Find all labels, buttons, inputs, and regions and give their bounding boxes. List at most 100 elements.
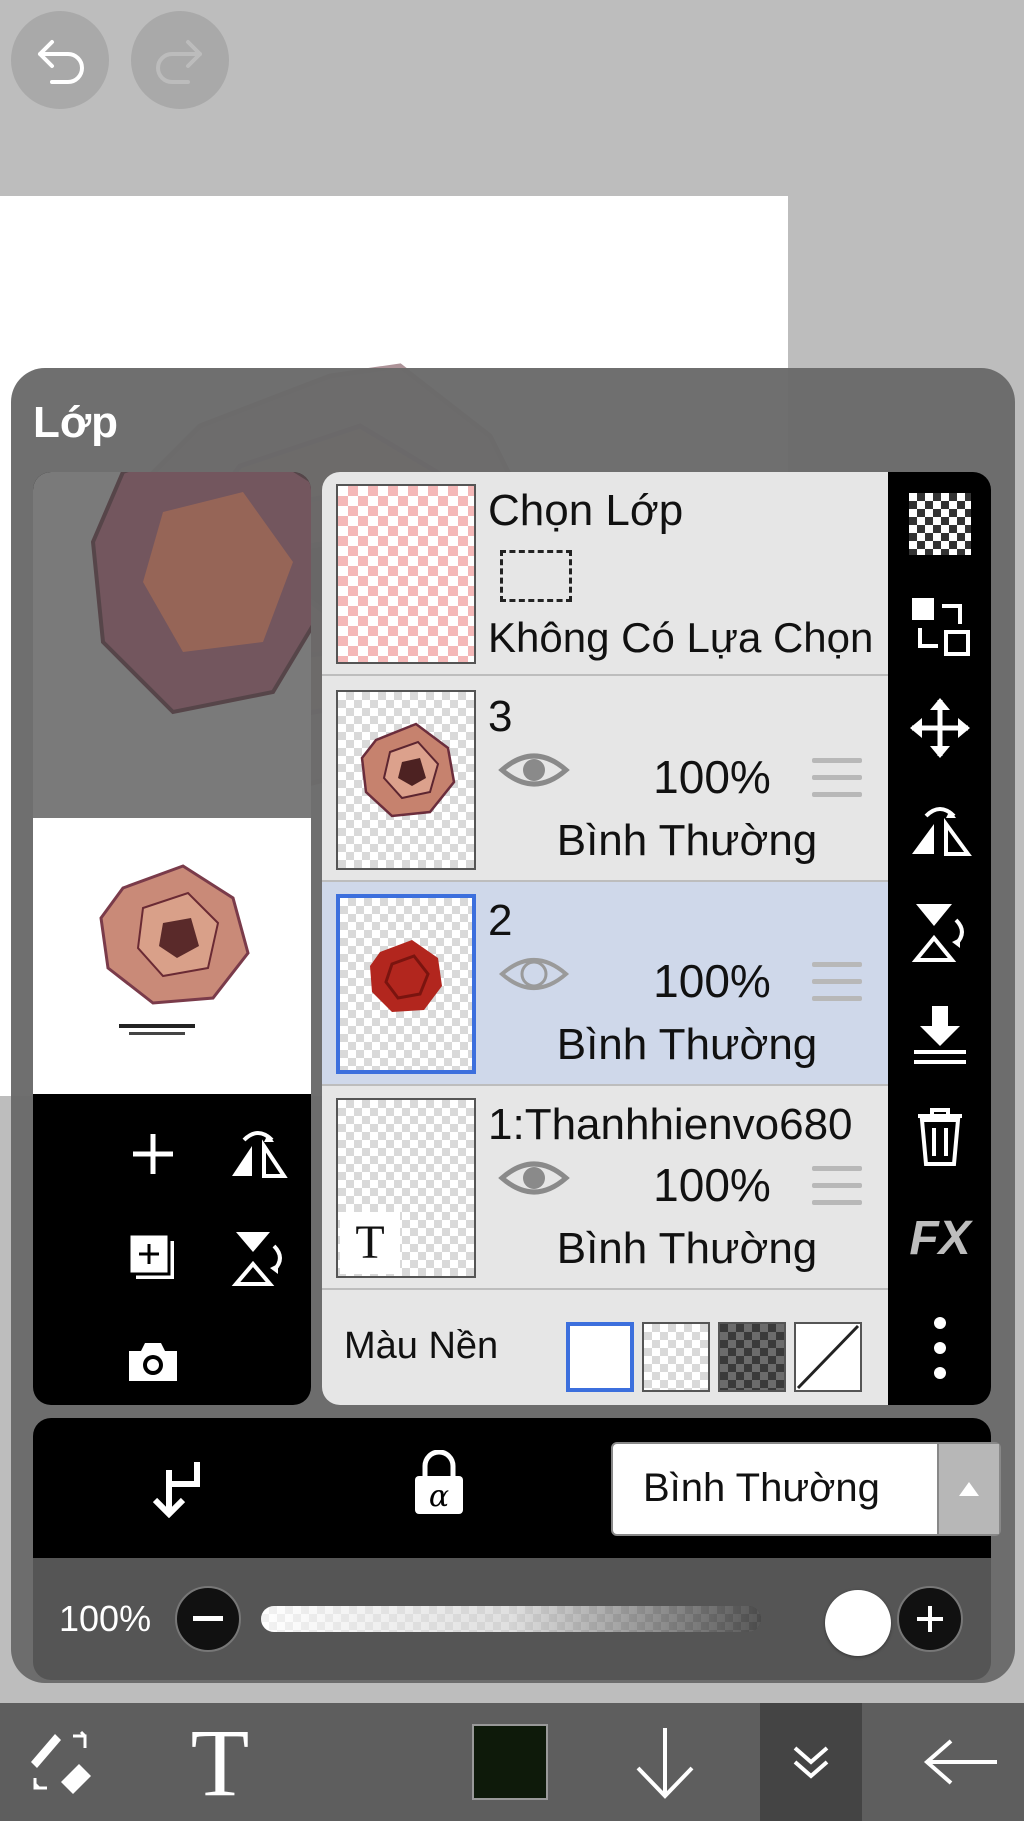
chevron-up-icon	[937, 1444, 999, 1534]
text-tool-button[interactable]: T	[170, 1703, 270, 1821]
trash-icon	[918, 1108, 962, 1166]
merge-down-button[interactable]	[904, 998, 976, 1070]
layer-thumbnail: T	[336, 1098, 476, 1278]
layer-row[interactable]: 3 100% Bình Thường	[322, 678, 888, 882]
undo-button[interactable]	[11, 11, 109, 109]
more-vertical-icon	[934, 1317, 946, 1379]
minus-icon	[193, 1616, 223, 1621]
layer-actions-bar: α Bình Thường	[33, 1418, 1001, 1558]
rose-red-icon	[370, 940, 442, 1012]
flip-horizontal-icon	[232, 1131, 288, 1178]
collapse-panel-button[interactable]	[760, 1703, 862, 1821]
bg-swatch-none[interactable]	[794, 1322, 862, 1392]
layer-opacity: 100%	[653, 1159, 771, 1211]
double-chevron-down-icon	[793, 1746, 829, 1779]
flip-vertical-icon	[231, 1232, 282, 1286]
layer-name: Chọn Lớp	[488, 486, 684, 535]
back-button[interactable]	[918, 1703, 1004, 1821]
more-options-button[interactable]	[904, 1298, 976, 1398]
layer-thumbnail	[336, 690, 476, 870]
visibility-eye-icon[interactable]	[498, 748, 570, 792]
layer-row[interactable]: T 1:Thanhhienvo680 100% Bình Thường	[322, 1086, 888, 1290]
alpha-lock-icon: α	[415, 1449, 463, 1514]
delete-layer-button[interactable]	[904, 1100, 976, 1172]
fx-icon[interactable]: FX	[904, 1202, 976, 1274]
preview-dark-area	[33, 472, 311, 818]
drag-handle-icon[interactable]	[812, 962, 862, 1013]
drag-handle-icon[interactable]	[812, 758, 862, 809]
canvas-preview-column	[33, 472, 311, 1405]
layer-name: 1:Thanhhienvo680	[488, 1100, 853, 1149]
plus-icon	[917, 1606, 943, 1632]
opacity-slider-track[interactable]	[261, 1606, 761, 1632]
preview-rose-icon	[99, 864, 250, 1005]
redo-button[interactable]	[131, 11, 229, 109]
increase-opacity-button[interactable]	[897, 1586, 963, 1652]
layer-name: 3	[488, 692, 513, 741]
text-layer-icon: T	[340, 1212, 400, 1274]
merge-down-icon	[914, 1006, 966, 1064]
layer-blend-mode: Bình Thường	[556, 1224, 818, 1273]
preview-caption-line	[119, 1024, 195, 1028]
opacity-slider-row: 100%	[33, 1558, 991, 1680]
move-icon	[910, 698, 970, 758]
layer-opacity: 100%	[653, 955, 771, 1007]
preview-thumbnail[interactable]	[33, 818, 311, 1094]
plus-icon	[133, 1134, 173, 1174]
camera-icon	[129, 1343, 177, 1381]
move-button[interactable]	[904, 692, 976, 764]
layer-opacity: 100%	[653, 751, 771, 803]
duplicate-layer-icon	[127, 1232, 176, 1281]
background-color-label: Màu Nền	[344, 1325, 499, 1367]
layer-list: Chọn Lớp Không Có Lựa Chọn 3 100% Bình T…	[322, 472, 888, 1405]
selection-layer-thumbnail	[336, 484, 476, 664]
selection-layer-row[interactable]: Chọn Lớp Không Có Lựa Chọn	[322, 472, 888, 676]
transparency-button[interactable]	[904, 488, 976, 560]
bg-swatch-transparent[interactable]	[642, 1322, 710, 1392]
bg-swatch-dark-checker[interactable]	[718, 1322, 786, 1392]
clipping-button[interactable]	[143, 1454, 207, 1523]
preview-rose-shadow	[90, 472, 311, 715]
layer-name: 2	[488, 896, 513, 945]
flip-layer-horizontal-button[interactable]	[218, 1114, 298, 1194]
visibility-eye-icon[interactable]	[498, 952, 570, 996]
add-layer-button[interactable]	[113, 1114, 193, 1194]
flip-vertical-button[interactable]	[904, 896, 976, 968]
svg-text:α: α	[429, 1479, 449, 1514]
no-background-icon	[796, 1324, 860, 1390]
blend-mode-select[interactable]: Bình Thường	[611, 1442, 1001, 1536]
bottom-toolbar: T	[0, 1703, 1024, 1821]
visibility-eye-icon[interactable]	[498, 1156, 570, 1200]
flip-horizontal-button[interactable]	[904, 794, 976, 866]
duplicate-layer-button[interactable]	[113, 1218, 193, 1298]
preview-caption-line	[129, 1032, 185, 1035]
opacity-value: 100%	[59, 1598, 152, 1639]
undo-icon	[38, 40, 84, 84]
layer-row-selected[interactable]: 2 100% Bình Thường	[322, 882, 888, 1086]
color-picker-button[interactable]	[470, 1703, 550, 1821]
layer-thumbnail	[336, 894, 476, 1074]
brush-eraser-toggle[interactable]	[18, 1703, 104, 1821]
layer-blend-mode: Bình Thường	[556, 816, 818, 865]
arrow-down-icon	[636, 1728, 694, 1799]
alpha-lock-button[interactable]: α	[411, 1449, 467, 1523]
rose-color-icon	[360, 722, 456, 818]
scroll-down-button[interactable]	[620, 1703, 710, 1821]
flip-layer-vertical-button[interactable]	[218, 1218, 298, 1298]
panel-title: Lớp	[33, 398, 119, 447]
camera-button[interactable]	[113, 1322, 193, 1402]
swap-icon	[912, 598, 970, 656]
clipping-arrow-icon	[152, 1462, 200, 1519]
blend-mode-value: Bình Thường	[643, 1466, 880, 1510]
opacity-slider-thumb[interactable]	[825, 1590, 891, 1656]
decrease-opacity-button[interactable]	[175, 1586, 241, 1652]
brush-eraser-icon	[31, 1730, 91, 1794]
checkerboard-icon	[909, 493, 971, 555]
current-color-swatch	[472, 1724, 548, 1800]
background-color-row: Màu Nền	[322, 1290, 888, 1405]
flip-vertical-icon	[911, 904, 964, 962]
drag-handle-icon[interactable]	[812, 1166, 862, 1217]
layer-tools-column: FX	[888, 472, 991, 1405]
bg-swatch-white[interactable]	[566, 1322, 634, 1392]
swap-layers-button[interactable]	[904, 590, 976, 662]
